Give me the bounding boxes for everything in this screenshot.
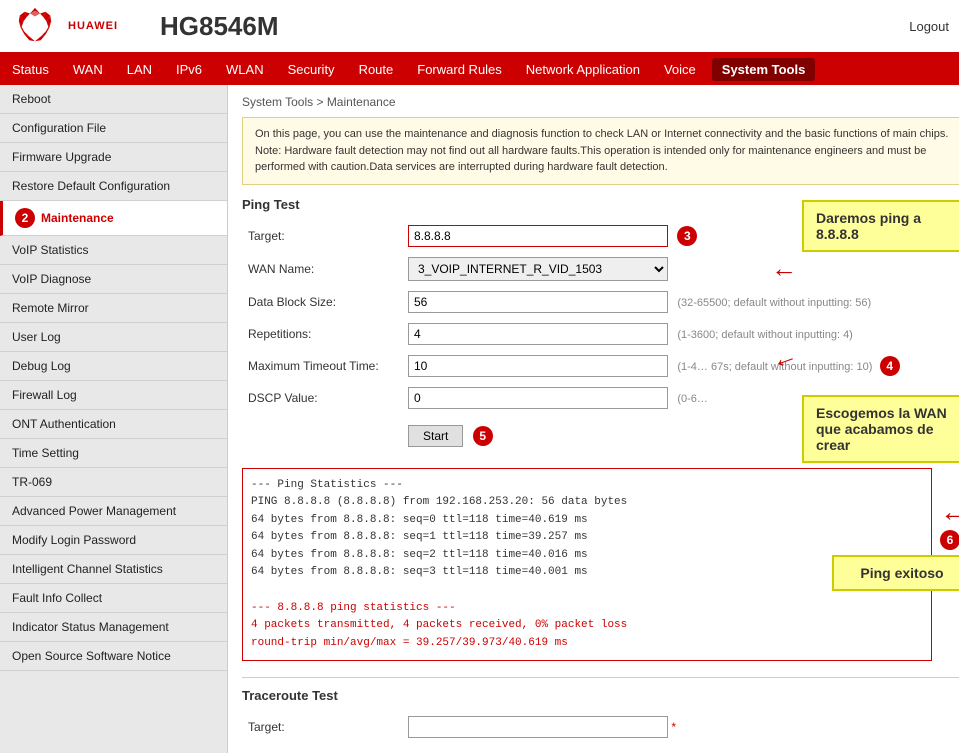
nav-wlan[interactable]: WLAN [214,54,276,85]
nav-route[interactable]: Route [347,54,406,85]
repetitions-input[interactable] [408,323,668,345]
sidebar-item-power-mgmt[interactable]: Advanced Power Management [0,497,227,526]
max-timeout-row: Maximum Timeout Time: (1-4… 67s; default… [242,350,959,382]
sidebar-item-indicator[interactable]: Indicator Status Management [0,613,227,642]
navbar: Status WAN LAN IPv6 WLAN Security Route … [0,54,959,85]
repetitions-hint: (1-3600; default without inputting: 4) [677,329,853,341]
badge-3: 3 [677,226,697,246]
page-title: HG8546M [140,11,909,42]
nav-ipv6[interactable]: IPv6 [164,54,214,85]
sidebar-item-firmware[interactable]: Firmware Upgrade [0,143,227,172]
arrow-left-icon: ← [940,498,959,526]
callout-ping: Daremos ping a 8.8.8.8 [802,200,959,252]
sidebar-item-user-log[interactable]: User Log [0,323,227,352]
sidebar-item-tr069[interactable]: TR-069 [0,468,227,497]
data-block-row: Data Block Size: (32-65500; default with… [242,286,959,318]
dscp-hint: (0-6… [677,393,708,405]
huawei-logo-icon [10,6,60,46]
breadcrumb: System Tools > Maintenance [242,95,959,109]
wan-name-select[interactable]: 3_VOIP_INTERNET_R_VID_1503 [408,257,668,281]
nav-lan[interactable]: LAN [115,54,164,85]
nav-status[interactable]: Status [0,54,61,85]
sidebar-item-remote-mirror[interactable]: Remote Mirror [0,294,227,323]
badge-6: 6 [940,530,959,550]
start-button[interactable]: Start [408,425,463,447]
sidebar-item-oss-notice[interactable]: Open Source Software Notice [0,642,227,671]
data-block-label: Data Block Size: [242,286,402,318]
sidebar-item-voip-diagnose[interactable]: VoIP Diagnose [0,265,227,294]
target-input[interactable] [408,225,668,247]
badge-2: 2 [15,208,35,228]
max-timeout-label: Maximum Timeout Time: [242,350,402,382]
logout-button[interactable]: Logout [909,19,949,34]
callout-success: Ping exitoso [832,555,959,591]
logo-area: HUAWEI [10,6,140,46]
badge-4: 4 [880,356,900,376]
required-marker: * [671,720,676,734]
dscp-input[interactable] [408,387,668,409]
traceroute-section: Traceroute Test Target: * [242,677,959,743]
sidebar-item-channel-stats[interactable]: Intelligent Channel Statistics [0,555,227,584]
sidebar-item-config-file[interactable]: Configuration File [0,114,227,143]
max-timeout-input[interactable] [408,355,668,377]
traceroute-target-label: Target: [242,711,402,743]
badge-5: 5 [473,426,493,446]
sidebar-item-time-setting[interactable]: Time Setting [0,439,227,468]
nav-network-application[interactable]: Network Application [514,54,652,85]
callout-wan: Escogemos la WAN que acabamos de crear [802,395,959,463]
nav-voice[interactable]: Voice [652,54,708,85]
repetitions-row: Repetitions: (1-3600; default without in… [242,318,959,350]
wan-name-row: WAN Name: 3_VOIP_INTERNET_R_VID_1503 [242,252,959,286]
traceroute-target-row: Target: * [242,711,959,743]
sidebar-item-reboot[interactable]: Reboot [0,85,227,114]
traceroute-title: Traceroute Test [242,688,959,703]
sidebar-item-modify-login[interactable]: Modify Login Password [0,526,227,555]
repetitions-label: Repetitions: [242,318,402,350]
ping-stats: --- 8.8.8.8 ping statistics --- 4 packet… [251,600,923,653]
nav-security[interactable]: Security [276,54,347,85]
nav-system-tools[interactable]: System Tools [712,58,816,81]
sidebar-item-debug-log[interactable]: Debug Log [0,352,227,381]
nav-wan[interactable]: WAN [61,54,115,85]
traceroute-target-input[interactable] [408,716,668,738]
brand-name: HUAWEI [68,20,118,32]
dscp-label: DSCP Value: [242,382,402,414]
sidebar-item-voip-stats[interactable]: VoIP Statistics [0,236,227,265]
ping-output: --- Ping Statistics --- PING 8.8.8.8 (8.… [242,468,932,662]
sidebar-item-restore[interactable]: Restore Default Configuration [0,172,227,201]
data-block-hint: (32-65500; default without inputting: 56… [677,297,871,309]
target-label: Target: [242,220,402,252]
data-block-input[interactable] [408,291,668,313]
nav-forward-rules[interactable]: Forward Rules [405,54,514,85]
sidebar-item-ont-auth[interactable]: ONT Authentication [0,410,227,439]
wan-name-label: WAN Name: [242,252,402,286]
sidebar-item-firewall-log[interactable]: Firewall Log [0,381,227,410]
sidebar-item-fault-info[interactable]: Fault Info Collect [0,584,227,613]
sidebar-item-maintenance[interactable]: 2 Maintenance [0,201,227,236]
arrow-callout-ping-icon: ← [771,253,797,284]
info-box: On this page, you can use the maintenanc… [242,117,959,185]
